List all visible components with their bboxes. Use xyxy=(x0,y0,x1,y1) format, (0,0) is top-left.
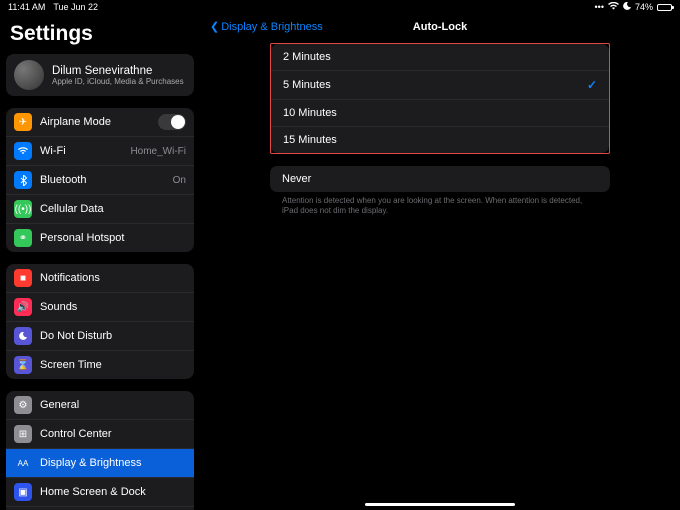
profile-sub: Apple ID, iCloud, Media & Purchases xyxy=(52,77,184,86)
home-icon: ▣ xyxy=(14,483,32,501)
status-date: Tue Jun 22 xyxy=(53,2,98,12)
option-15-minutes[interactable]: 15 Minutes xyxy=(271,127,609,153)
bluetooth-icon xyxy=(14,171,32,189)
notifications-icon: ■ xyxy=(14,269,32,287)
option-5-minutes[interactable]: 5 Minutes ✓ xyxy=(271,71,609,100)
avatar xyxy=(14,60,44,90)
sidebar-item-sounds[interactable]: 🔊 Sounds xyxy=(6,293,194,322)
status-bar: 11:41 AM Tue Jun 22 ••• 74% xyxy=(0,0,680,14)
chevron-left-icon: ❮ xyxy=(210,20,219,33)
cellular-icon: ((•)) xyxy=(14,200,32,218)
control-center-icon: ⊞ xyxy=(14,425,32,443)
detail-pane: ❮ Display & Brightness Auto-Lock 2 Minut… xyxy=(200,14,680,510)
airplane-toggle[interactable] xyxy=(158,114,186,130)
checkmark-icon: ✓ xyxy=(587,78,597,92)
highlighted-options: 2 Minutes 5 Minutes ✓ 10 Minutes 15 Minu… xyxy=(270,43,610,154)
sounds-icon: 🔊 xyxy=(14,298,32,316)
sidebar-item-general[interactable]: ⚙ General xyxy=(6,391,194,420)
dnd-icon xyxy=(14,327,32,345)
wifi-icon xyxy=(608,2,619,12)
option-2-minutes[interactable]: 2 Minutes xyxy=(271,44,609,71)
sidebar-item-screentime[interactable]: ⌛ Screen Time xyxy=(6,351,194,379)
profile-row[interactable]: Dilum Senevirathne Apple ID, iCloud, Med… xyxy=(6,54,194,96)
sidebar-item-display[interactable]: AA Display & Brightness xyxy=(6,449,194,478)
option-10-minutes[interactable]: 10 Minutes xyxy=(271,100,609,127)
footer-note: Attention is detected when you are looki… xyxy=(270,192,610,221)
page-title: Auto-Lock xyxy=(413,21,467,33)
sidebar-item-airplane[interactable]: ✈ Airplane Mode xyxy=(6,108,194,137)
wifi-settings-icon xyxy=(14,142,32,160)
moon-icon xyxy=(623,2,631,12)
option-never[interactable]: Never xyxy=(270,166,610,192)
sidebar-item-wifi[interactable]: Wi-Fi Home_Wi-Fi xyxy=(6,137,194,166)
sidebar-item-home[interactable]: ▣ Home Screen & Dock xyxy=(6,478,194,507)
sidebar-item-bluetooth[interactable]: Bluetooth On xyxy=(6,166,194,195)
status-time: 11:41 AM xyxy=(8,2,45,12)
profile-name: Dilum Senevirathne xyxy=(52,65,184,77)
battery-percent: 74% xyxy=(635,2,653,12)
sidebar-item-dnd[interactable]: Do Not Disturb xyxy=(6,322,194,351)
home-indicator[interactable] xyxy=(365,503,515,506)
hotspot-icon: ⚭ xyxy=(14,229,32,247)
sidebar-item-control-center[interactable]: ⊞ Control Center xyxy=(6,420,194,449)
sidebar-item-notifications[interactable]: ■ Notifications xyxy=(6,264,194,293)
settings-sidebar: Settings Dilum Senevirathne Apple ID, iC… xyxy=(0,14,200,510)
airplane-icon: ✈ xyxy=(14,113,32,131)
display-icon: AA xyxy=(14,454,32,472)
battery-icon xyxy=(657,4,672,11)
back-label: Display & Brightness xyxy=(221,21,323,33)
signal-icon: ••• xyxy=(595,2,604,12)
sidebar-item-cellular[interactable]: ((•)) Cellular Data xyxy=(6,195,194,224)
settings-title: Settings xyxy=(6,18,194,54)
sidebar-item-hotspot[interactable]: ⚭ Personal Hotspot xyxy=(6,224,194,252)
back-button[interactable]: ❮ Display & Brightness xyxy=(210,20,323,33)
gear-icon: ⚙ xyxy=(14,396,32,414)
screentime-icon: ⌛ xyxy=(14,356,32,374)
